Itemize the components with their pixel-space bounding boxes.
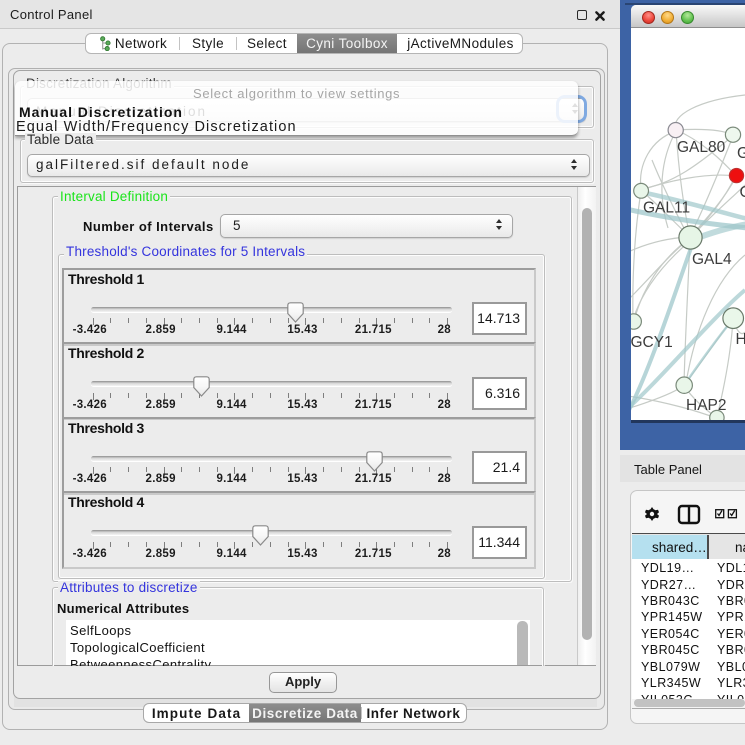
- svg-text:GAL4: GAL4: [692, 251, 732, 268]
- svg-text:GCY1: GCY1: [631, 334, 673, 351]
- svg-text:GAL11: GAL11: [643, 200, 690, 217]
- svg-text:GAL80: GAL80: [677, 139, 726, 156]
- svg-text:HAP2: HAP2: [686, 397, 727, 414]
- svg-text:H: H: [736, 331, 745, 348]
- svg-text:C: C: [740, 184, 745, 201]
- svg-text:G.: G.: [737, 145, 745, 162]
